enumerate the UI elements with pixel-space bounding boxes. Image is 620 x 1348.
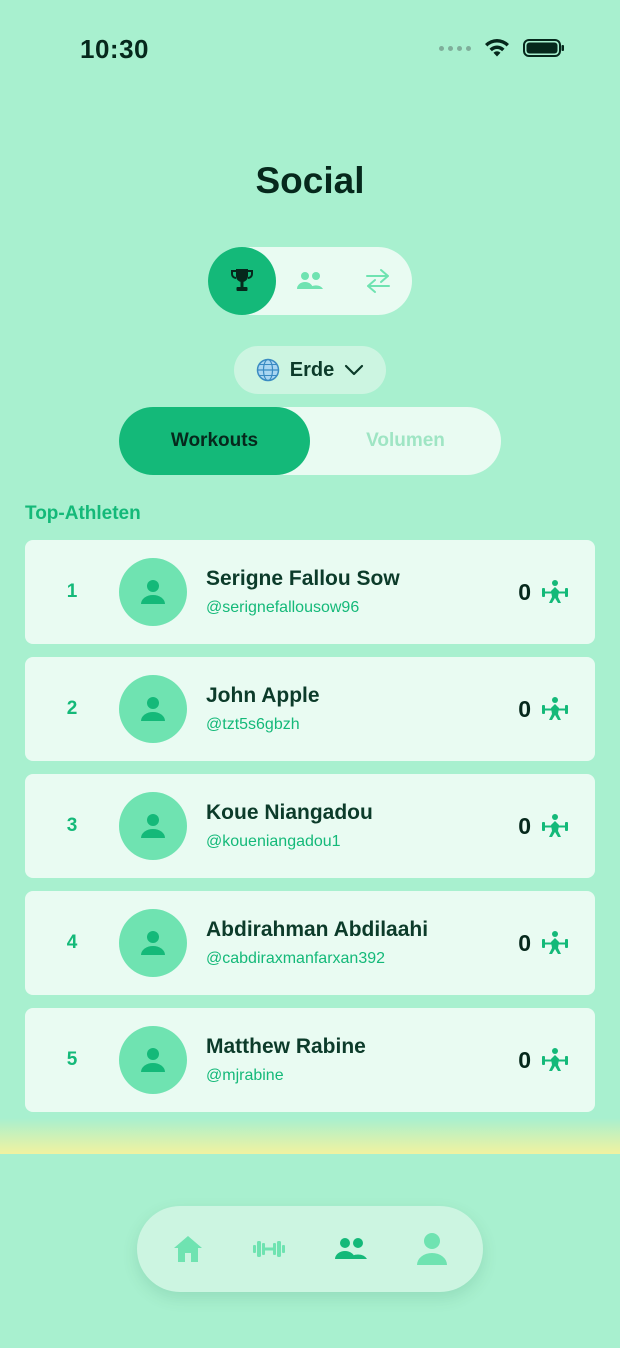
chevron-down-icon [345, 364, 364, 376]
athlete-row[interactable]: 1 Serigne Fallou Sow @serignefallousow96… [25, 540, 595, 644]
avatar [119, 675, 187, 743]
page-title: Social [255, 160, 365, 201]
mode-compare-button[interactable] [344, 247, 412, 315]
user-icon [141, 697, 165, 721]
weightlifter-icon [542, 931, 568, 954]
athlete-handle: @mjrabine [206, 1067, 284, 1084]
athlete-handle: @serignefallousow96 [206, 599, 360, 616]
athlete-row[interactable]: 4 Abdirahman Abdilaahi @cabdiraxmanfarxa… [25, 891, 595, 995]
wifi-icon [485, 39, 509, 57]
athlete-row[interactable]: 5 Matthew Rabine @mjrabine 0 [25, 1008, 595, 1112]
friends-icon [297, 272, 323, 289]
workout-count: 0 [518, 1046, 531, 1073]
avatar [119, 558, 187, 626]
mode-friends-button[interactable] [276, 247, 344, 315]
athlete-row[interactable]: 2 John Apple @tzt5s6gbzh 0 [25, 657, 595, 761]
metric-tabs: Workouts Volumen [119, 407, 501, 475]
section-label: Top-Athleten [25, 503, 141, 524]
rank-number: 4 [66, 932, 78, 953]
avatar [119, 792, 187, 860]
user-icon [141, 931, 165, 955]
status-time: 10:30 [80, 34, 149, 64]
user-icon [141, 580, 165, 604]
athlete-handle: @cabdiraxmanfarxan392 [206, 950, 386, 967]
athlete-handle: @koueniangadou1 [206, 833, 341, 850]
workout-count: 0 [518, 812, 531, 839]
status-icons [439, 38, 565, 58]
social-screen: 10:30 Social Erde Workouts Volumen Top-A… [0, 0, 620, 1348]
mode-switch [208, 247, 412, 315]
nav-social[interactable] [321, 1219, 381, 1279]
workout-count: 0 [518, 929, 531, 956]
dumbbell-icon [253, 1241, 286, 1257]
athlete-name: Matthew Rabine [206, 1035, 366, 1058]
globe-icon [256, 358, 280, 382]
rank-number: 1 [66, 581, 78, 602]
weightlifter-icon [542, 1048, 568, 1071]
weightlifter-icon [542, 580, 568, 603]
rank-number: 5 [66, 1049, 78, 1070]
bottom-nav [137, 1206, 483, 1292]
user-icon [141, 814, 165, 838]
workout-count: 0 [518, 695, 531, 722]
battery-icon [523, 39, 564, 57]
athlete-name: John Apple [206, 684, 320, 707]
profile-icon [417, 1233, 448, 1265]
nav-home[interactable] [158, 1219, 218, 1279]
workout-count: 0 [518, 578, 531, 605]
athlete-list: 1 Serigne Fallou Sow @serignefallousow96… [25, 540, 595, 1125]
region-label: Erde [289, 358, 335, 381]
scroll-fade [0, 1118, 620, 1154]
avatar [119, 1026, 187, 1094]
nav-workouts[interactable] [239, 1219, 299, 1279]
avatar [119, 909, 187, 977]
tab-volumen[interactable]: Volumen [310, 407, 501, 475]
social-icon [334, 1238, 367, 1259]
rank-number: 2 [66, 698, 78, 719]
athlete-name: Koue Niangadou [206, 801, 373, 824]
weightlifter-icon [542, 814, 568, 837]
athlete-handle: @tzt5s6gbzh [206, 716, 300, 733]
weightlifter-icon [542, 697, 568, 720]
athlete-name: Abdirahman Abdilaahi [206, 918, 429, 941]
tab-workouts[interactable]: Workouts [119, 407, 310, 475]
home-icon [173, 1236, 202, 1262]
rank-number: 3 [66, 815, 78, 836]
user-icon [141, 1048, 165, 1072]
trophy-icon [231, 269, 253, 291]
signal-icon [439, 45, 471, 51]
region-selector[interactable]: Erde [234, 346, 386, 394]
nav-profile[interactable] [402, 1219, 462, 1279]
swap-icon [366, 269, 390, 293]
athlete-name: Serigne Fallou Sow [206, 567, 400, 590]
athlete-row[interactable]: 3 Koue Niangadou @koueniangadou1 0 [25, 774, 595, 878]
mode-leaderboard-button[interactable] [208, 247, 276, 315]
